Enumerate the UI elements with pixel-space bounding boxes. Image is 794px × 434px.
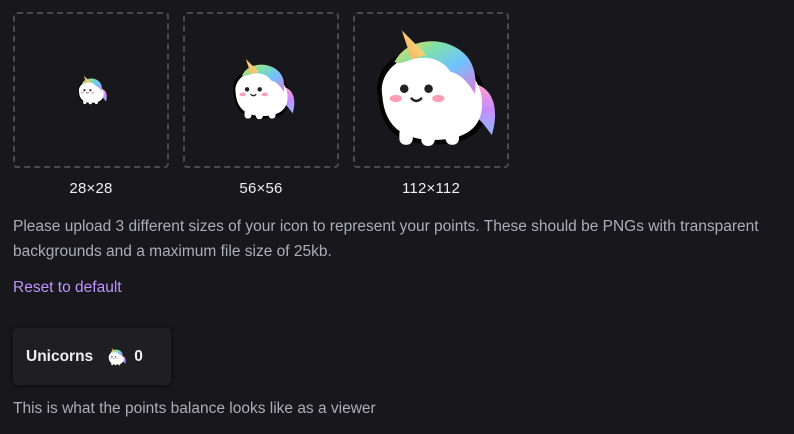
unicorn-icon	[105, 346, 127, 368]
icon-upload-dropzone-28[interactable]	[13, 12, 169, 168]
points-balance-preview: Unicorns 0	[13, 328, 171, 385]
points-balance-value: 0	[134, 347, 143, 365]
icon-slot-56: 56×56	[183, 12, 339, 197]
unicorn-icon	[73, 74, 109, 107]
icon-slot-112: 112×112	[353, 12, 509, 197]
points-name: Unicorns	[26, 347, 94, 365]
icon-upload-row: 28×28 56×56 112×112	[13, 12, 509, 197]
preview-caption: This is what the points balance looks li…	[13, 400, 376, 417]
size-label: 112×112	[402, 180, 460, 197]
points-icon-settings: 28×28 56×56 112×112 Please upload 3 diff…	[0, 0, 794, 434]
icon-slot-28: 28×28	[13, 12, 169, 197]
size-label: 56×56	[239, 180, 283, 197]
unicorn-icon	[358, 23, 504, 157]
unicorn-icon	[223, 55, 299, 125]
reset-to-default-link[interactable]: Reset to default	[13, 279, 122, 297]
upload-instructions: Please upload 3 different sizes of your …	[13, 218, 759, 260]
icon-upload-dropzone-112[interactable]	[353, 12, 509, 168]
size-label: 28×28	[69, 180, 113, 197]
icon-upload-dropzone-56[interactable]	[183, 12, 339, 168]
